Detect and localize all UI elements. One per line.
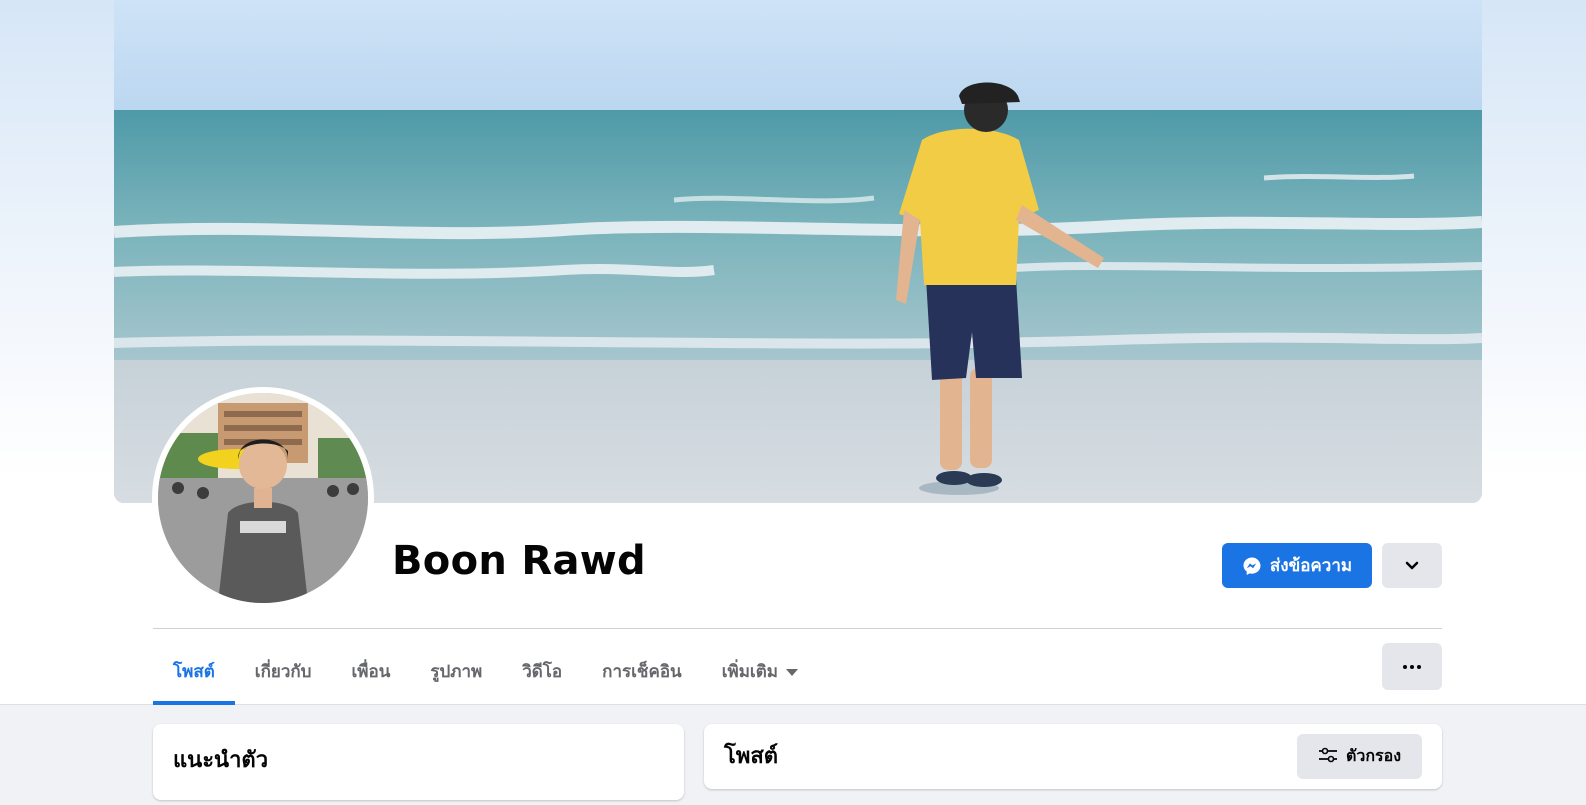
avatar-image <box>158 393 368 603</box>
intro-title: แนะนำตัว <box>173 748 269 773</box>
tab-label: การเช็คอิน <box>602 661 682 682</box>
filter-button[interactable]: ตัวกรอง <box>1297 734 1422 779</box>
send-message-button[interactable]: ส่งข้อความ <box>1222 543 1372 588</box>
send-message-label: ส่งข้อความ <box>1269 556 1353 576</box>
profile-picture[interactable] <box>152 387 374 609</box>
caret-down-icon <box>785 668 798 676</box>
profile-tabs: โพสต์ เกี่ยวกับ เพื่อน รูปภาพ วิดีโอ การ… <box>153 637 818 705</box>
tab-label: เพิ่มเติม <box>721 661 778 682</box>
tab-label: โพสต์ <box>173 661 215 682</box>
chevron-down-icon <box>1405 556 1419 575</box>
tab-checkins[interactable]: การเช็คอิน <box>582 637 702 705</box>
profile-name: Boon Rawd <box>392 538 646 584</box>
filter-label: ตัวกรอง <box>1345 746 1402 765</box>
profile-dropdown-button[interactable] <box>1382 543 1442 588</box>
tab-label: เพื่อน <box>351 661 391 682</box>
tab-about[interactable]: เกี่ยวกับ <box>235 637 332 705</box>
messenger-icon <box>1242 556 1262 576</box>
tab-label: รูปภาพ <box>430 661 483 682</box>
tab-more[interactable]: เพิ่มเติม <box>702 637 818 705</box>
tab-posts[interactable]: โพสต์ <box>153 637 235 705</box>
intro-card: แนะนำตัว <box>153 724 684 800</box>
filter-sliders-icon <box>1318 747 1338 767</box>
posts-title: โพสต์ <box>724 744 779 769</box>
tab-friends[interactable]: เพื่อน <box>331 637 410 705</box>
avatar <box>158 393 368 603</box>
posts-card: โพสต์ ตัวกรอง <box>704 724 1442 789</box>
tab-photos[interactable]: รูปภาพ <box>410 637 502 705</box>
header-divider <box>153 628 1442 629</box>
more-options-button[interactable] <box>1382 643 1442 690</box>
tab-videos[interactable]: วิดีโอ <box>502 637 582 705</box>
tab-label: วิดีโอ <box>522 661 563 682</box>
more-dots-icon <box>1403 664 1421 669</box>
tab-label: เกี่ยวกับ <box>254 661 312 682</box>
